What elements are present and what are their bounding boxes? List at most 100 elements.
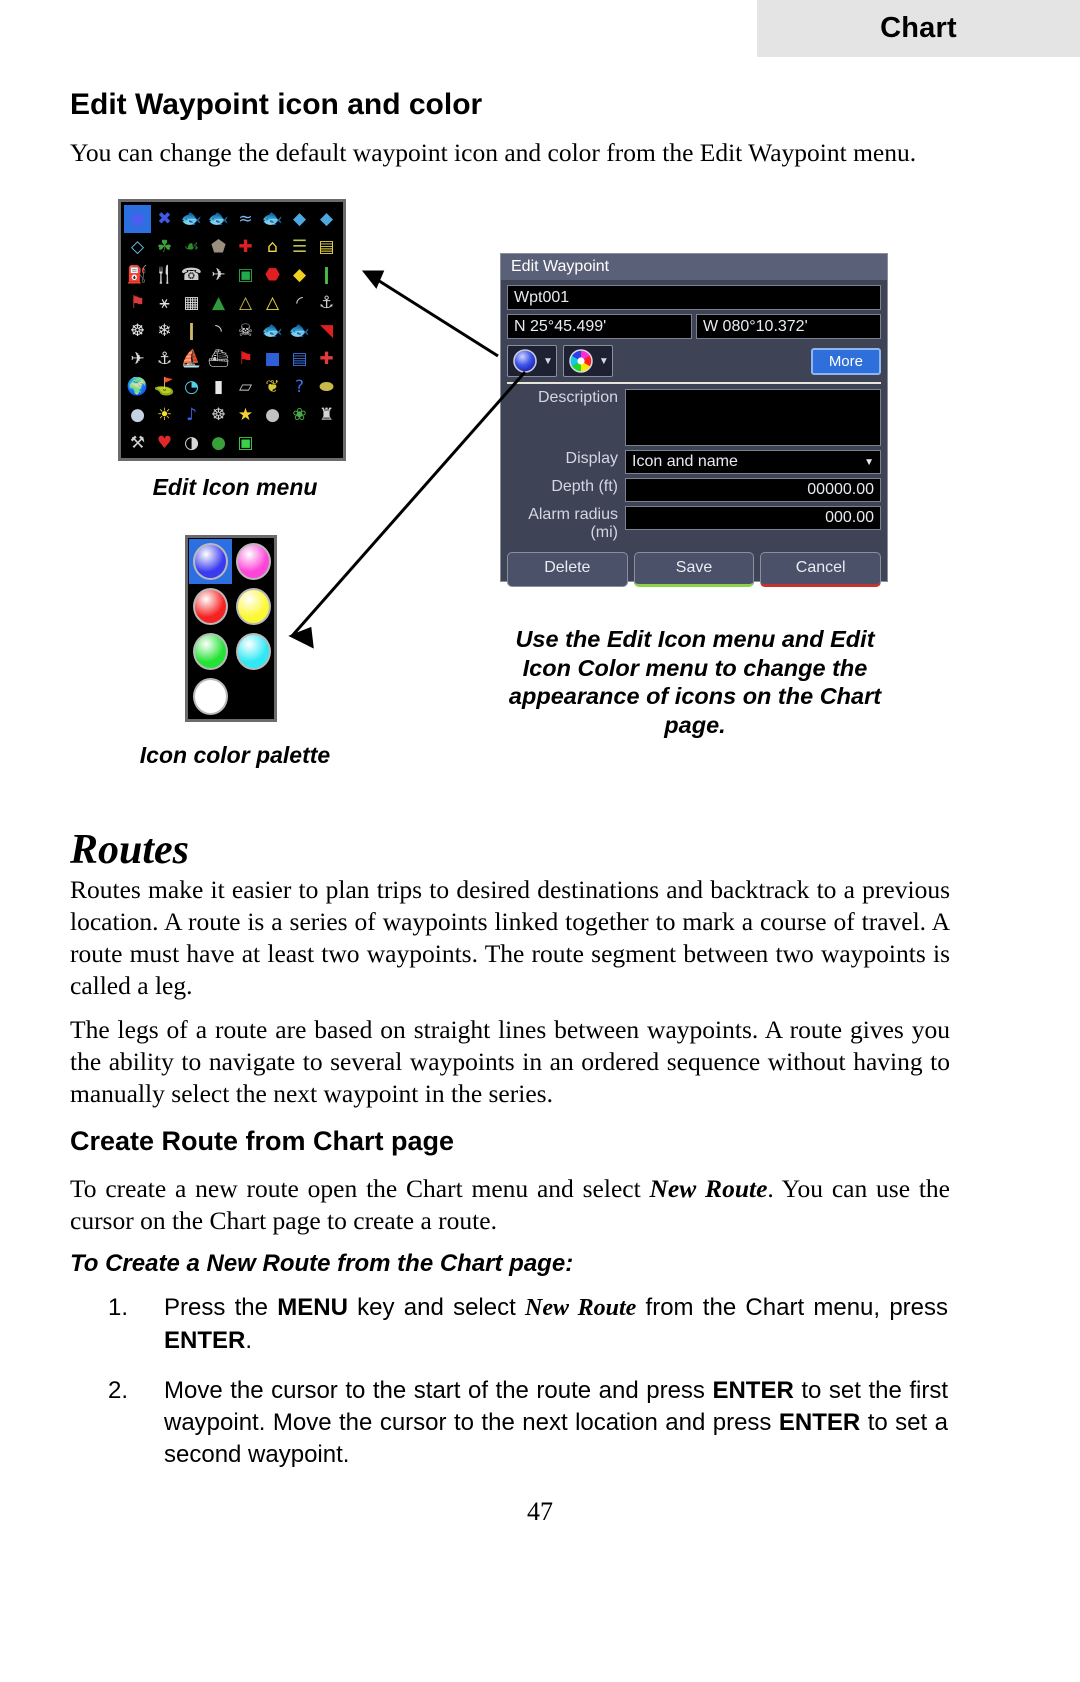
star-icon[interactable]: ★ xyxy=(232,401,259,429)
delete-button[interactable]: Delete xyxy=(507,552,628,587)
blue-diamond-marker-icon[interactable]: ◆ xyxy=(286,205,313,233)
alarm-radius-field[interactable]: 000.00 xyxy=(625,506,881,530)
sun-icon[interactable]: ☀ xyxy=(151,401,178,429)
us-flag-icon[interactable]: ⚑ xyxy=(124,289,151,317)
yellow-warning-icon[interactable]: ◆ xyxy=(286,261,313,289)
display-select[interactable]: Icon and name ▼ xyxy=(625,450,881,474)
first-aid-boat-icon[interactable]: ✚ xyxy=(313,345,340,373)
cancel-button[interactable]: Cancel xyxy=(760,552,882,587)
color-swatch[interactable] xyxy=(232,539,275,584)
ferry-icon[interactable]: ⛴ xyxy=(205,345,232,373)
red-fish-icon[interactable]: 🐟 xyxy=(178,205,205,233)
skull-crossbones-icon[interactable]: ☠ xyxy=(232,317,259,345)
racing-flag-icon[interactable]: ⚑ xyxy=(232,345,259,373)
edit-icon-menu[interactable]: ● ✖ 🐟 🐟 ≈ 🐟 ◆ ◆ ◇ ☘ ☙ ⬟ ✚ ⌂ ☰ ▤ ⛽ 🍴 ☎ ✈ ▣ ⬣ ◆ ❙ ⚑ ⚹ ▦ ▲ △ △ ◜ ⚓ ☸ ❄ ❙ ◝ ☠ 🐟 🐟 ◥… xyxy=(118,199,346,461)
waterski-icon[interactable]: ⚓ xyxy=(313,289,340,317)
store-icon[interactable]: ▤ xyxy=(313,233,340,261)
stop-sign-icon[interactable]: ⬣ xyxy=(259,261,286,289)
more-button[interactable]: More xyxy=(810,347,881,375)
step-number: 2. xyxy=(108,1376,129,1404)
color-swatch[interactable] xyxy=(189,539,232,584)
fork-knife-icon[interactable]: 🍴 xyxy=(151,261,178,289)
lilypad-icon[interactable]: ● xyxy=(205,429,232,457)
dive-flag-icon[interactable]: ◥ xyxy=(313,317,340,345)
wreath-icon[interactable]: ❀ xyxy=(286,401,313,429)
red-cross-icon[interactable]: ✚ xyxy=(232,233,259,261)
grass-icon[interactable]: ☘ xyxy=(151,233,178,261)
trophy-icon[interactable]: ♜ xyxy=(313,401,340,429)
music-note-icon[interactable]: ♪ xyxy=(178,401,205,429)
longitude-field[interactable]: W 080°10.372' xyxy=(696,314,881,339)
wreck-icon[interactable]: ◑ xyxy=(178,429,205,457)
chevron-down-icon[interactable]: ▼ xyxy=(543,356,553,367)
blue-x-icon[interactable]: ✖ xyxy=(151,205,178,233)
road-icon[interactable]: ❙ xyxy=(178,317,205,345)
evergreen-tree-icon[interactable]: ▲ xyxy=(205,289,232,317)
seaplane-icon[interactable]: ✈ xyxy=(124,345,151,373)
diving-mask-icon[interactable]: ◔ xyxy=(178,373,205,401)
submarine-icon[interactable]: ☰ xyxy=(286,233,313,261)
color-swatch-grid[interactable] xyxy=(188,538,274,720)
trout-icon[interactable]: 🐟 xyxy=(259,205,286,233)
exit-green-icon[interactable]: ▣ xyxy=(232,429,259,457)
balloons-icon[interactable]: ❦ xyxy=(259,373,286,401)
icon-color-palette[interactable] xyxy=(185,535,277,722)
fish-school-icon[interactable]: ≈ xyxy=(232,205,259,233)
lighthouse-icon[interactable]: ▮ xyxy=(205,373,232,401)
anchor-icon[interactable]: ⚓ xyxy=(151,345,178,373)
banner-icon[interactable]: ▱ xyxy=(232,373,259,401)
marina-icon[interactable]: ▤ xyxy=(286,345,313,373)
color-swatch[interactable] xyxy=(189,674,232,719)
dock-icon[interactable]: ■ xyxy=(259,345,286,373)
blue-diamond-marker-2-icon[interactable]: ◆ xyxy=(313,205,340,233)
pedestrian-icon[interactable]: ⚹ xyxy=(151,289,178,317)
exit-sign-icon[interactable]: ▣ xyxy=(232,261,259,289)
mountain-icon[interactable]: △ xyxy=(232,289,259,317)
grenade-icon[interactable]: ● xyxy=(259,401,286,429)
icon-grid[interactable]: ● ✖ 🐟 🐟 ≈ 🐟 ◆ ◆ ◇ ☘ ☙ ⬟ ✚ ⌂ ☰ ▤ ⛽ 🍴 ☎ ✈ ▣ ⬣ ◆ ❙ ⚑ ⚹ ▦ ▲ △ △ ◜ ⚓ ☸ ❄ ❙ ◝ ☠ 🐟 🐟 ◥… xyxy=(124,205,341,457)
heart-icon[interactable]: ♥ xyxy=(151,429,178,457)
save-button[interactable]: Save xyxy=(633,552,755,587)
boat-icon[interactable]: ⛵ xyxy=(178,345,205,373)
create-route-heading: Create Route from Chart page xyxy=(70,1126,455,1156)
waypoint-color-selector[interactable]: ▼ xyxy=(562,345,613,377)
alarm-radius-row: Alarm radius (mi) 000.00 xyxy=(507,506,881,542)
waypoint-name-field[interactable]: Wpt001 xyxy=(507,285,881,310)
car-icon[interactable]: ◝ xyxy=(205,317,232,345)
small-fish-icon[interactable]: 🐟 xyxy=(286,317,313,345)
waypoint-icon-selector[interactable]: ▼ xyxy=(507,345,557,377)
display-value: Icon and name xyxy=(632,453,738,470)
chevron-down-icon[interactable]: ▼ xyxy=(864,457,874,468)
phone-icon[interactable]: ☎ xyxy=(178,261,205,289)
rock-icon[interactable]: ⬟ xyxy=(205,233,232,261)
crab-icon[interactable]: ☸ xyxy=(205,401,232,429)
footprints-icon[interactable]: ☸ xyxy=(124,317,151,345)
traffic-light-icon[interactable]: ❙ xyxy=(313,261,340,289)
tent-icon[interactable]: △ xyxy=(259,289,286,317)
flag-hill-icon[interactable]: ⛳ xyxy=(151,373,178,401)
sandbag-icon[interactable]: ⬬ xyxy=(313,373,340,401)
reeds-icon[interactable]: ☙ xyxy=(178,233,205,261)
blue-diamond-icon[interactable]: ◇ xyxy=(124,233,151,261)
depth-field[interactable]: 00000.00 xyxy=(625,478,881,502)
fuel-pump-icon[interactable]: ⛽ xyxy=(124,261,151,289)
color-swatch[interactable] xyxy=(189,584,232,629)
bridge-icon[interactable]: ◜ xyxy=(286,289,313,317)
color-swatch[interactable] xyxy=(232,584,275,629)
restroom-icon[interactable]: ▦ xyxy=(178,289,205,317)
question-mark-icon[interactable]: ? xyxy=(286,373,313,401)
globe-icon[interactable]: 🌍 xyxy=(124,373,151,401)
diver-helmet-icon[interactable]: ● xyxy=(124,401,151,429)
blue-sphere-icon[interactable]: ● xyxy=(124,205,151,233)
color-swatch[interactable] xyxy=(232,629,275,674)
yellow-house-icon[interactable]: ⌂ xyxy=(259,233,286,261)
description-field[interactable] xyxy=(625,389,881,446)
latitude-field[interactable]: N 25°45.499' xyxy=(507,314,692,339)
color-swatch[interactable] xyxy=(189,629,232,674)
green-fish-icon[interactable]: 🐟 xyxy=(205,205,232,233)
tools-icon[interactable]: ⚒ xyxy=(124,429,151,457)
chevron-down-icon[interactable]: ▼ xyxy=(599,356,609,367)
airplane-icon[interactable]: ✈ xyxy=(205,261,232,289)
bird-tracks-icon[interactable]: ❄ xyxy=(151,317,178,345)
fish-icon[interactable]: 🐟 xyxy=(259,317,286,345)
